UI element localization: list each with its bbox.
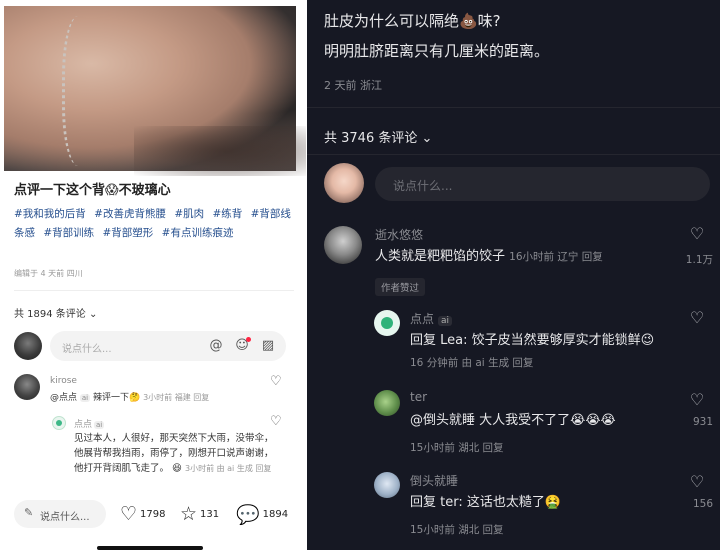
post-title-text: 点评一下这个背: [14, 183, 106, 198]
image-icon[interactable]: ▨: [260, 338, 276, 354]
comments-button[interactable]: 💬 1894: [236, 500, 288, 528]
post-title: 点评一下这个背😱不玻璃心: [14, 179, 294, 198]
left-post-panel: 点评一下这个背😱不玻璃心 #我和我的后背 #改善虎背熊腰 #肌肉 #练背 #背部…: [0, 0, 306, 550]
comment-text: 回复 Lea: 饺子皮当然要够厚实才能锁鲜😉 16 分钟前 由 ai 生成 回复: [410, 330, 670, 374]
photo-shadow: [134, 126, 306, 176]
comment-meta[interactable]: 3小时前 福建 回复: [143, 393, 209, 402]
avatar[interactable]: [14, 374, 40, 400]
comment-body: 人类就是粑粑馅的饺子: [375, 249, 506, 264]
bottom-action-bar: ✎ 说点什么... ♡ 1798 ☆ 131 💬 1894: [0, 492, 306, 550]
heart-icon[interactable]: ♡: [682, 224, 712, 243]
comment-meta[interactable]: 15小时前 湖北 回复: [410, 522, 504, 537]
comment-author[interactable]: 点点 ai: [74, 417, 105, 430]
comment-count-text: 共 3746 条评论: [324, 131, 418, 146]
heart-icon[interactable]: ♡: [682, 390, 712, 409]
hashtag[interactable]: #改善虎背熊腰: [94, 208, 166, 220]
comment-input[interactable]: 说点什么...: [375, 167, 710, 201]
comment-text: @点点 ai 辣评一下🤔 3小时前 福建 回复: [50, 390, 209, 403]
chevron-down-icon: ⌄: [89, 309, 98, 320]
author-liked-badge: 作者赞过: [375, 278, 426, 296]
pen-icon: ✎: [24, 506, 34, 519]
home-indicator: [97, 546, 203, 550]
comment-text: 见过本人，人很好，那天突然下大雨，没带伞，他展背帮我挡雨，雨停了，刚想开口说声谢…: [74, 431, 274, 476]
avatar[interactable]: [374, 472, 400, 498]
comment-count[interactable]: 共 1894 条评论 ⌄: [14, 305, 97, 320]
heart-icon[interactable]: ♡: [270, 374, 282, 389]
ai-badge: ai: [94, 421, 105, 429]
like-count: 156: [692, 498, 713, 510]
hashtag[interactable]: #有点训练痕迹: [162, 227, 234, 239]
post-text-line: 肚皮为什么可以隔绝💩味?: [324, 12, 501, 30]
at-icon[interactable]: @: [208, 338, 224, 354]
avatar[interactable]: [14, 332, 42, 360]
hashtag[interactable]: #背部训练: [43, 227, 94, 239]
avatar[interactable]: [324, 226, 362, 264]
comment-input[interactable]: 说点什么... @ ☺ ▨: [50, 331, 286, 361]
avatar[interactable]: [374, 390, 400, 416]
comment-input-placeholder: 说点什么...: [393, 179, 453, 193]
comment-author[interactable]: kirose: [50, 376, 77, 386]
comment-author[interactable]: ter: [410, 390, 427, 404]
comment-count[interactable]: 共 3746 条评论 ⌄: [324, 127, 432, 146]
star-icon: ☆: [180, 503, 198, 525]
post-title-suffix: 不玻璃心: [118, 183, 171, 198]
right-post-panel: 肚皮为什么可以隔绝💩味? 明明肚脐距离只有几厘米的距离。 2 天前 浙江 共 3…: [307, 0, 720, 550]
scream-emoji-icon: 😱: [105, 183, 119, 198]
comment-author[interactable]: 逝水悠悠: [375, 226, 423, 243]
hashtag[interactable]: #肌肉: [174, 208, 204, 220]
hashtag[interactable]: #背部塑形: [103, 227, 154, 239]
heart-icon[interactable]: ♡: [682, 308, 712, 327]
comment-input-placeholder: 说点什么...: [62, 344, 112, 355]
mention[interactable]: @点点: [50, 393, 77, 403]
ai-badge: ai: [79, 394, 91, 402]
comment-meta[interactable]: 3小时前 由 ai 生成 回复: [185, 464, 271, 473]
comment-author[interactable]: 点点 ai: [410, 310, 453, 327]
comment-author-name: 点点: [410, 312, 435, 326]
divider: [307, 154, 720, 155]
post-meta: 2 天前 浙江: [324, 79, 382, 92]
hashtag[interactable]: #我和我的后背: [14, 208, 86, 220]
divider: [14, 290, 294, 291]
divider: [307, 107, 720, 108]
favorite-button[interactable]: ☆ 131: [180, 500, 219, 528]
ai-badge: ai: [438, 316, 453, 326]
comment-count-text: 共 1894 条评论: [14, 309, 86, 320]
post-text-line: 明明肚脐距离只有几厘米的距离。: [324, 42, 550, 60]
edit-meta: 编辑于 4 天前 四川: [14, 269, 83, 278]
comment-meta[interactable]: 15小时前 湖北 回复: [410, 440, 504, 455]
comment-body-cont: 鲜😉: [627, 333, 655, 348]
comment-author[interactable]: 倒头就睡: [410, 472, 458, 489]
like-button[interactable]: ♡ 1798: [120, 500, 166, 528]
laugh-emoji-icon: 😆: [172, 463, 182, 474]
like-count: 931: [692, 416, 713, 428]
heart-icon[interactable]: ♡: [682, 472, 712, 491]
comment-author-name: 点点: [74, 420, 93, 430]
comment-bubble-icon: 💬: [236, 503, 260, 526]
post-photo[interactable]: [4, 6, 306, 176]
avatar[interactable]: [374, 310, 400, 336]
comments-count: 1894: [262, 508, 289, 520]
avatar[interactable]: [52, 416, 66, 430]
emoji-icon[interactable]: ☺: [234, 337, 251, 354]
heart-icon[interactable]: ♡: [270, 414, 282, 429]
favorite-count: 131: [200, 508, 220, 520]
hashtag-list: #我和我的后背 #改善虎背熊腰 #肌肉 #练背 #背部线条感 #背部训练 #背部…: [14, 205, 294, 243]
comment-text: 回复 ter: 这话也太糙了🤮: [410, 495, 562, 510]
comment-meta[interactable]: 16小时前 辽宁 回复: [509, 251, 603, 263]
like-count: 1798: [140, 508, 166, 520]
hashtag[interactable]: #练背: [212, 208, 242, 220]
necklace-detail: [62, 16, 102, 166]
chevron-down-icon: ⌄: [421, 131, 433, 146]
comment-body: 辣评一下🤔: [93, 393, 141, 403]
avatar[interactable]: [324, 163, 364, 203]
comment-text: @倒头就睡 大人我受不了了😭😭😭: [410, 413, 616, 428]
comment-body: 回复 Lea: 饺子皮当然要够厚实才能锁: [410, 333, 628, 348]
comment-meta[interactable]: 16 分钟前 由 ai 生成 回复: [410, 357, 533, 369]
say-something-label: 说点什么...: [40, 512, 90, 523]
comment-text: 人类就是粑粑馅的饺子 16小时前 辽宁 回复: [375, 246, 603, 268]
like-count: 1.1万: [685, 254, 713, 266]
heart-icon: ♡: [120, 503, 138, 525]
say-something-button[interactable]: ✎ 说点什么...: [14, 500, 106, 528]
screenshot-collage: 点评一下这个背😱不玻璃心 #我和我的后背 #改善虎背熊腰 #肌肉 #练背 #背部…: [0, 0, 720, 550]
